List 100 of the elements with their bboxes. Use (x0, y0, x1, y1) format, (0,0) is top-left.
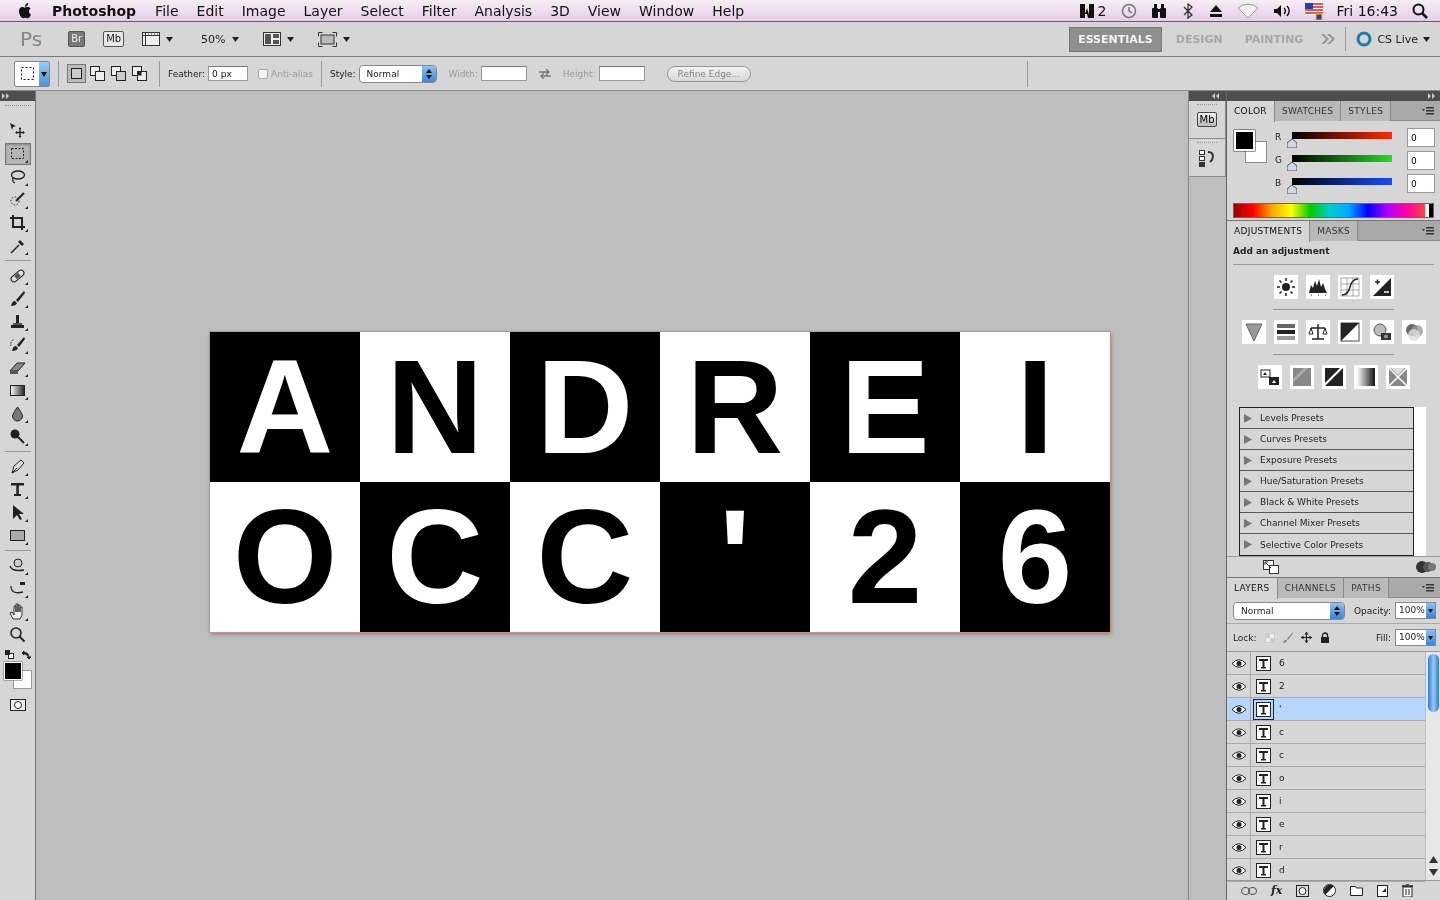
trash-icon[interactable] (1402, 884, 1414, 897)
feather-field[interactable]: 0 px (208, 66, 249, 81)
mini-bridge-button[interactable]: Mb (103, 31, 125, 47)
menu-item[interactable]: View (578, 2, 631, 19)
eject-icon[interactable] (1208, 3, 1223, 18)
layer-row[interactable]: c (1227, 721, 1425, 744)
panel-menu-icon[interactable] (1422, 226, 1434, 235)
layer-row[interactable]: 2 (1227, 675, 1425, 698)
scroll-thumb[interactable] (1427, 654, 1439, 712)
search-icon[interactable] (1412, 2, 1428, 19)
add-to-selection-button[interactable] (88, 64, 107, 83)
menu-item[interactable]: Window (630, 2, 704, 19)
layer-mask-icon[interactable] (1296, 884, 1310, 897)
expand-triangle-icon[interactable] (1244, 518, 1252, 528)
expand-triangle-icon[interactable] (1244, 455, 1252, 465)
panel-menu-icon[interactable] (1422, 583, 1434, 592)
histogram-icon[interactable] (1305, 275, 1330, 299)
clip-layers-icon[interactable] (1416, 560, 1436, 574)
channel-value-field[interactable]: 0 (1407, 128, 1435, 147)
threshold-icon[interactable] (1321, 365, 1346, 389)
brush-icon[interactable] (1282, 632, 1293, 643)
default-colors-icon[interactable] (4, 650, 14, 659)
fill-field[interactable]: 100% (1395, 629, 1436, 646)
panel-tab[interactable]: LAYERS (1227, 577, 1278, 599)
scroll-down-icon[interactable] (1428, 869, 1438, 876)
width-field[interactable] (480, 66, 527, 81)
panel-tab[interactable]: ADJUSTMENTS (1227, 220, 1311, 242)
mini-bridge-panel-button[interactable]: Mb (1196, 112, 1218, 127)
layer-row[interactable]: 6 (1227, 652, 1425, 675)
half-filled-square-icon[interactable] (1337, 320, 1362, 344)
menu-item[interactable]: Image (232, 2, 295, 19)
channel-value-field[interactable]: 0 (1407, 174, 1435, 193)
preset-item[interactable]: Levels Presets (1240, 408, 1413, 429)
view-extras-button[interactable] (142, 32, 174, 46)
gradient-bars-icon[interactable] (1273, 320, 1298, 344)
subtract-from-selection-button[interactable] (109, 64, 128, 83)
apple-icon[interactable] (18, 2, 32, 19)
scroll-up-icon[interactable] (1428, 856, 1438, 863)
curves-icon[interactable] (1337, 275, 1362, 299)
camera-icon[interactable] (1369, 320, 1394, 344)
layer-row[interactable]: i (1227, 790, 1425, 813)
blend-mode-select[interactable]: Normal (1233, 601, 1345, 620)
preset-item[interactable]: Channel Mixer Presets (1240, 513, 1413, 534)
style-select[interactable]: Normal (358, 64, 437, 83)
menu-item[interactable]: Help (703, 2, 754, 19)
swap-colors-icon[interactable] (21, 650, 31, 659)
time-machine-icon[interactable] (1120, 2, 1137, 19)
menu-item[interactable]: File (146, 2, 188, 19)
menu-item[interactable]: Layer (294, 2, 352, 19)
layer-row[interactable]: e (1227, 813, 1425, 836)
panel-menu-icon[interactable] (1422, 106, 1434, 115)
channel-value-field[interactable]: 0 (1407, 151, 1435, 170)
menu-item[interactable]: Analysis (465, 2, 542, 19)
volume-icon[interactable] (1272, 3, 1291, 18)
expand-triangle-icon[interactable] (1244, 476, 1252, 486)
expand-triangle-icon[interactable] (1244, 497, 1252, 507)
crossed-square-icon[interactable] (1385, 365, 1410, 389)
layer-row[interactable]: d (1227, 859, 1425, 882)
app-menu[interactable]: Photoshop (32, 2, 147, 19)
expand-icon[interactable] (2, 93, 10, 99)
color-swatches-icon[interactable] (1233, 129, 1267, 163)
color-spectrum[interactable] (1233, 203, 1434, 218)
return-to-list-icon[interactable] (1263, 560, 1279, 574)
panel-tab[interactable]: PATHS (1344, 577, 1389, 598)
tool-preset-picker[interactable] (14, 60, 50, 87)
menu-item[interactable]: Select (351, 2, 413, 19)
menu-item[interactable]: 3D (541, 2, 579, 19)
height-field[interactable] (598, 66, 645, 81)
menu-item[interactable]: Edit (187, 2, 233, 19)
preset-item[interactable]: Black & White Presets (1240, 492, 1413, 513)
binoculars-icon[interactable] (1150, 2, 1167, 19)
slider-thumb[interactable] (1287, 184, 1297, 194)
menu-clock[interactable]: Fri 16:43 (1336, 2, 1398, 19)
color-swatches-icon[interactable] (2, 661, 33, 691)
layer-row[interactable]: c (1227, 744, 1425, 767)
brightness-icon[interactable] (1273, 275, 1298, 299)
quick-mask-icon[interactable] (9, 699, 26, 711)
panel-tab[interactable]: STYLES (1341, 100, 1392, 121)
preset-item[interactable]: Hue/Saturation Presets (1240, 471, 1413, 492)
rectangular-marquee-tool[interactable] (4, 142, 31, 165)
panel-tab[interactable]: MASKS (1310, 220, 1358, 241)
panel-tab[interactable]: COLOR (1227, 100, 1275, 122)
balance-scale-icon[interactable] (1305, 320, 1330, 344)
gradient-map-icon[interactable] (1353, 365, 1378, 389)
history-panel-icon[interactable] (1198, 148, 1216, 167)
swap-arrows-icon[interactable] (538, 68, 551, 79)
zoom-dropdown[interactable]: 50% (201, 32, 239, 46)
layer-style-button[interactable]: fx (1271, 884, 1283, 897)
expand-triangle-icon[interactable] (1244, 434, 1252, 444)
screen-mode-button[interactable] (317, 31, 350, 47)
expand-triangle-icon[interactable] (1244, 413, 1252, 423)
new-layer-icon[interactable] (1377, 884, 1389, 897)
intersect-selection-button[interactable] (130, 64, 149, 83)
layer-row[interactable]: ' (1227, 698, 1425, 721)
opacity-field[interactable]: 100% (1395, 602, 1436, 619)
padlock-icon[interactable] (1319, 632, 1330, 643)
preset-item[interactable]: Selective Color Presets (1240, 534, 1413, 555)
bridge-button[interactable]: Br (68, 31, 86, 47)
half-circle-icon[interactable] (1323, 884, 1337, 897)
checkerboard-icon[interactable] (1264, 632, 1275, 643)
